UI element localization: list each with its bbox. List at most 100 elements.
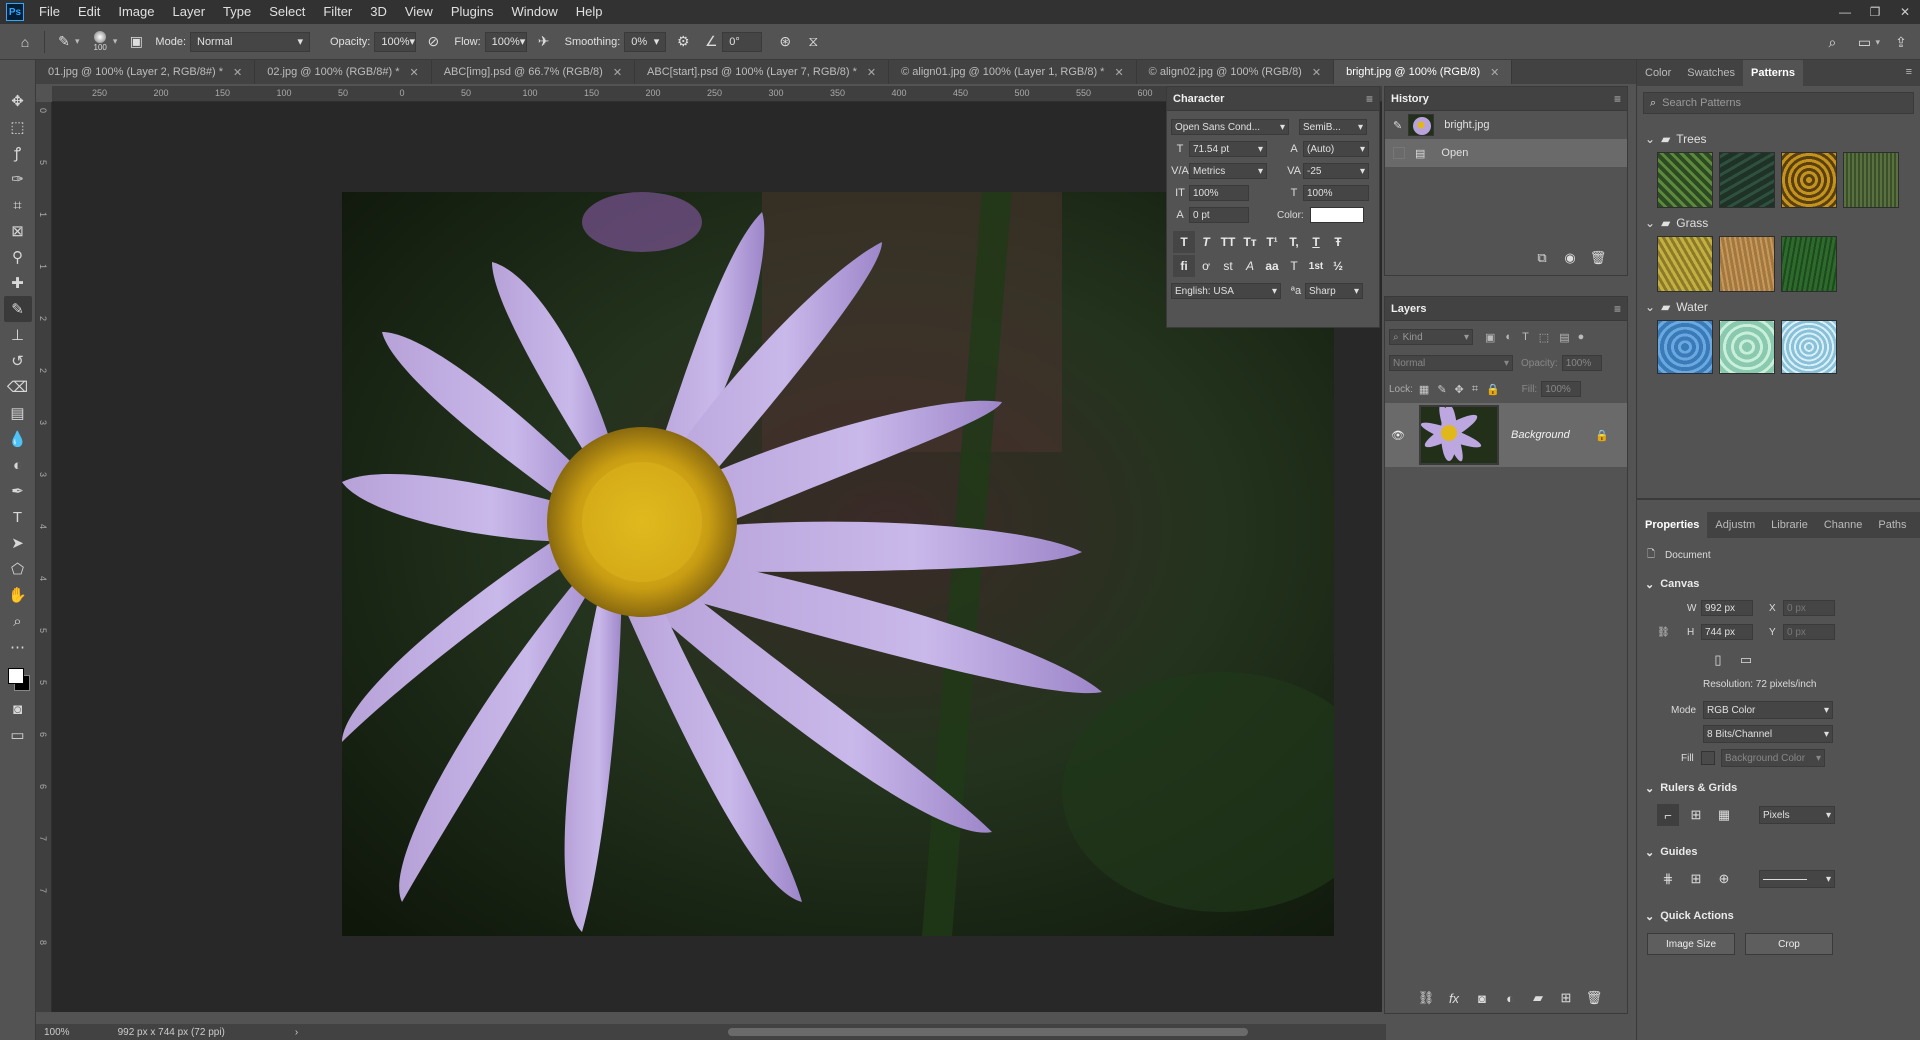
guides-icon[interactable]: ⋕ — [1657, 868, 1679, 890]
color-mode-dropdown[interactable]: RGB Color ▾ — [1703, 701, 1833, 719]
menu-select[interactable]: Select — [260, 0, 314, 24]
link-icon[interactable]: ⛓ — [1657, 627, 1687, 638]
eraser-icon[interactable]: ⌫ — [4, 374, 32, 400]
layer-name[interactable]: Background — [1511, 429, 1595, 441]
type-icon[interactable]: T — [4, 504, 32, 530]
layer-row-background[interactable]: 👁 Background 🔒 — [1385, 403, 1627, 467]
document-info[interactable]: 992 px x 744 px (72 ppi) — [118, 1027, 225, 1038]
tab-libraries[interactable]: Librarie — [1763, 512, 1816, 538]
font-family-dropdown[interactable]: Open Sans Cond... ▾ — [1171, 119, 1289, 135]
camera-icon[interactable]: ◉ — [1559, 247, 1581, 269]
pen-icon[interactable]: ✒ — [4, 478, 32, 504]
pressure-opacity-icon[interactable]: ⊘ — [422, 31, 444, 53]
zoom-level[interactable]: 100% — [44, 1027, 70, 1038]
layers-panel-header[interactable]: Layers ≡ — [1385, 297, 1627, 321]
fill-swatch[interactable] — [1701, 751, 1715, 765]
horizontal-scrollbar[interactable] — [728, 1028, 1249, 1036]
home-icon[interactable]: ⌂ — [14, 31, 36, 53]
stylistic-button[interactable]: aa — [1261, 255, 1283, 277]
menu-filter[interactable]: Filter — [314, 0, 361, 24]
history-brush-icon[interactable]: ↺ — [4, 348, 32, 374]
filter-shape-icon[interactable]: ⬚ — [1539, 331, 1549, 344]
ruler-vertical[interactable]: 0 5 1 1 2 2 3 3 4 4 5 5 6 6 7 7 8 — [36, 102, 52, 1012]
history-brush-icon[interactable]: ✎ — [1393, 119, 1402, 132]
panel-menu-icon[interactable]: ≡ — [1915, 512, 1920, 538]
chevron-down-icon[interactable]: ⌄ — [1645, 846, 1654, 859]
close-icon[interactable]: ✕ — [410, 66, 419, 79]
discretionary-ligature-button[interactable]: ơ — [1195, 255, 1217, 277]
brush-preset-icon[interactable]: ✎ — [53, 31, 75, 53]
filter-adjustment-icon[interactable]: ◐ — [1505, 331, 1512, 343]
close-icon[interactable]: ✕ — [1890, 0, 1920, 24]
guide-style-dropdown[interactable]: ▾ — [1759, 870, 1835, 888]
pattern-swatch[interactable] — [1719, 320, 1775, 374]
close-icon[interactable]: ✕ — [867, 66, 876, 79]
filter-smart-icon[interactable]: ▤ — [1559, 331, 1569, 344]
screen-mode-icon[interactable]: ▭ — [4, 722, 32, 748]
text-color-swatch[interactable] — [1309, 207, 1364, 223]
menu-file[interactable]: File — [30, 0, 69, 24]
lock-artboard-icon[interactable]: ⌗ — [1472, 383, 1478, 396]
panel-menu-icon[interactable]: ≡ — [1614, 92, 1621, 106]
group-header[interactable]: ⌄ ▰ Trees — [1637, 128, 1920, 150]
chevron-down-icon[interactable]: ⌄ — [1645, 578, 1654, 591]
chevron-down-icon[interactable]: ⌄ — [1645, 300, 1655, 314]
chevron-right-icon[interactable]: › — [295, 1027, 298, 1038]
link-icon[interactable]: ⛓ — [1415, 987, 1437, 1009]
lasso-icon[interactable]: ꝭ — [4, 140, 32, 166]
menu-3d[interactable]: 3D — [361, 0, 396, 24]
fx-icon[interactable]: fx — [1443, 987, 1465, 1009]
panel-menu-icon[interactable]: ≡ — [1898, 60, 1920, 86]
menu-help[interactable]: Help — [567, 0, 612, 24]
faux-italic-button[interactable]: T — [1195, 231, 1217, 253]
add-guide-icon[interactable]: ⊕ — [1713, 868, 1735, 890]
blur-icon[interactable]: 💧 — [4, 426, 32, 452]
marquee-icon[interactable]: ⬚ — [4, 114, 32, 140]
lock-transparent-icon[interactable]: ▦ — [1419, 383, 1429, 396]
doc-tab-active[interactable]: bright.jpg @ 100% (RGB/8) ✕ — [1334, 60, 1513, 84]
close-icon[interactable]: ✕ — [613, 66, 622, 79]
guides-section-header[interactable]: ⌄ Guides — [1637, 840, 1920, 864]
ligatures-button[interactable]: fi — [1173, 255, 1195, 277]
doc-tab[interactable]: © align01.jpg @ 100% (Layer 1, RGB/8) * ✕ — [889, 60, 1137, 84]
alt-ligature-button[interactable]: st — [1217, 255, 1239, 277]
tracking-field[interactable]: -25 ▾ — [1303, 163, 1369, 179]
minimize-icon[interactable]: — — [1830, 0, 1860, 24]
mode-dropdown[interactable]: Normal ▾ — [190, 31, 310, 52]
history-state[interactable]: ▤ Open — [1385, 139, 1627, 167]
brush-panel-icon[interactable]: ▣ — [125, 31, 147, 53]
gear-icon[interactable]: ⚙ — [672, 31, 694, 53]
lock-all-icon[interactable]: 🔒 — [1486, 383, 1500, 396]
lock-pixels-icon[interactable]: ✎ — [1437, 383, 1446, 396]
character-panel-header[interactable]: Character ≡ — [1167, 87, 1379, 111]
canvas-y-field[interactable]: 0 px — [1783, 624, 1835, 640]
tab-swatches[interactable]: Swatches — [1679, 60, 1743, 86]
close-icon[interactable]: ✕ — [1114, 66, 1123, 79]
group-header[interactable]: ⌄ ▰ Grass — [1637, 212, 1920, 234]
mask-icon[interactable]: ◙ — [1471, 987, 1493, 1009]
quick-actions-section-header[interactable]: ⌄ Quick Actions — [1637, 904, 1920, 928]
chevron-down-icon[interactable]: ⌄ — [1645, 132, 1655, 146]
menu-edit[interactable]: Edit — [69, 0, 109, 24]
language-dropdown[interactable]: English: USA ▾ — [1171, 283, 1281, 299]
grid-icon[interactable]: ⊞ — [1685, 804, 1707, 826]
bit-depth-dropdown[interactable]: 8 Bits/Channel ▾ — [1703, 725, 1833, 743]
restore-icon[interactable]: ❐ — [1860, 0, 1890, 24]
doc-tab[interactable]: © align02.jpg @ 100% (RGB/8) ✕ — [1137, 60, 1335, 84]
canvas-width-field[interactable]: 992 px — [1701, 600, 1753, 616]
pattern-search-input[interactable]: ⌕ Search Patterns — [1643, 92, 1914, 114]
chevron-down-icon[interactable]: ⌄ — [1645, 216, 1655, 230]
layer-fill-field[interactable]: 100% — [1541, 381, 1582, 397]
doc-tab[interactable]: ABC[img].psd @ 66.7% (RGB/8) ✕ — [432, 60, 636, 84]
horizontal-scale-field[interactable]: 100% — [1303, 185, 1369, 201]
chevron-down-icon[interactable]: ⌄ — [1645, 910, 1654, 923]
chevron-down-icon[interactable]: ⌄ — [1645, 782, 1654, 795]
pattern-swatch[interactable] — [1657, 236, 1713, 292]
shape-icon[interactable]: ⬠ — [4, 556, 32, 582]
close-icon[interactable]: ✕ — [233, 66, 242, 79]
filter-toggle-icon[interactable]: ● — [1578, 331, 1585, 343]
quick-select-icon[interactable]: ✑ — [4, 166, 32, 192]
canvas-height-field[interactable]: 744 px — [1701, 624, 1753, 640]
panel-menu-icon[interactable]: ≡ — [1366, 92, 1373, 106]
path-select-icon[interactable]: ➤ — [4, 530, 32, 556]
